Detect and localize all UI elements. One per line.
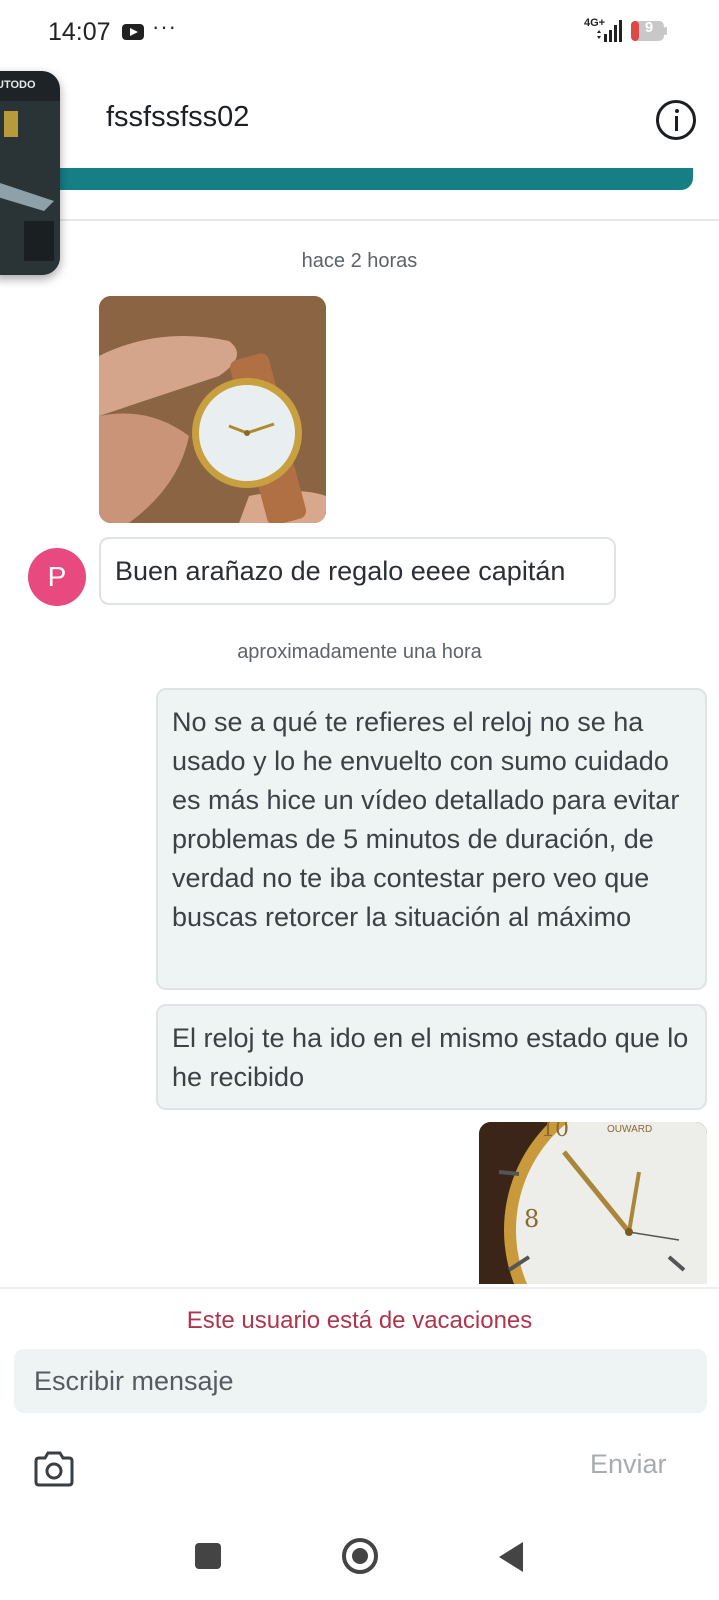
chat-title[interactable]: fssfssfss02 — [106, 101, 249, 134]
outgoing-message: El reloj te ha ido en el mismo estado qu… — [156, 1004, 707, 1110]
recents-icon[interactable] — [195, 1543, 221, 1569]
pip-label: UTODO — [0, 79, 36, 91]
svg-text:8: 8 — [524, 1205, 539, 1233]
system-nav-bar — [0, 1520, 719, 1600]
watch-closeup-photo-message[interactable]: 10 8 OUWARD — [479, 1122, 707, 1284]
more-notifications-icon: ··· — [152, 14, 177, 39]
back-icon[interactable] — [499, 1542, 523, 1572]
info-icon[interactable] — [656, 100, 696, 140]
battery-level: 9 — [644, 19, 654, 36]
watch-closeup-photo: 10 8 OUWARD — [479, 1122, 707, 1284]
status-bar: 14:07 ··· 4G+ 9 — [0, 0, 719, 64]
watch-photo — [99, 296, 326, 523]
incoming-message: Buen arañazo de regalo eeee capitán — [99, 537, 616, 605]
send-button[interactable]: Enviar — [590, 1449, 667, 1480]
watch-photo-message[interactable] — [99, 296, 326, 523]
composer: Este usuario está de vacaciones Enviar — [0, 1287, 719, 1508]
timestamp: hace 2 horas — [301, 250, 418, 272]
youtube-icon — [122, 24, 144, 40]
pip-video-frame — [0, 101, 60, 275]
vacation-notice: Este usuario está de vacaciones — [186, 1307, 533, 1334]
status-time: 14:07 — [48, 18, 111, 46]
pip-video-window[interactable]: UTODO — [0, 71, 60, 275]
watch-brand-label: OUWARD — [607, 1124, 652, 1135]
chat-header: fssfssfss02 — [0, 84, 719, 160]
timestamp: aproximadamente una hora — [237, 641, 482, 663]
home-icon[interactable] — [342, 1538, 378, 1574]
outgoing-message: No se a qué te refieres el reloj no se h… — [156, 688, 707, 990]
signal-icon — [597, 20, 622, 42]
avatar[interactable]: P — [28, 548, 86, 606]
svg-text:10: 10 — [541, 1122, 569, 1142]
message-input[interactable] — [14, 1349, 707, 1413]
camera-icon[interactable] — [33, 1451, 75, 1487]
item-banner[interactable] — [40, 168, 693, 190]
header-divider — [0, 219, 719, 221]
